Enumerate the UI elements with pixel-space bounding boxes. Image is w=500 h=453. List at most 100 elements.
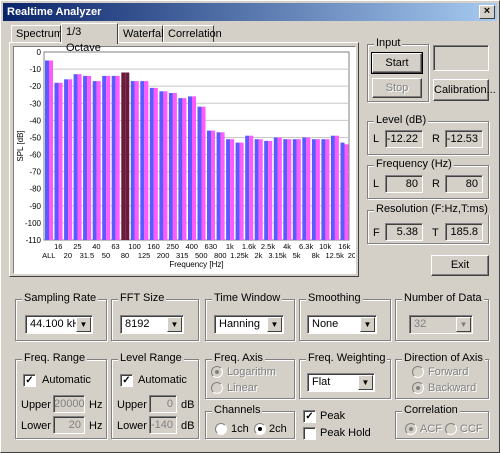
- correlation-ccf-radio[interactable]: [445, 423, 457, 435]
- bar-l: [83, 75, 88, 241]
- bar-l: [54, 82, 59, 240]
- peak-hold-checkbox[interactable]: [303, 427, 316, 440]
- bar-r: [115, 75, 120, 241]
- level-upper-input[interactable]: 0: [149, 395, 177, 413]
- calibration-button[interactable]: Calibration...: [433, 79, 496, 101]
- y-tick-label: -20: [29, 82, 41, 91]
- tab-waterfall[interactable]: Waterfall: [118, 25, 166, 43]
- freq-lower-unit: Hz: [89, 420, 103, 432]
- level-lower-label: Lower: [117, 420, 147, 432]
- bar-l: [321, 139, 326, 240]
- fft-size-title: FFT Size: [118, 292, 167, 304]
- freq-axis-log-label: Logarithm: [227, 366, 276, 378]
- level-r-value: -12.53: [445, 130, 483, 148]
- x-tick-label: 8k: [312, 251, 320, 260]
- x-tick-label: 10k: [319, 242, 331, 251]
- title-bar[interactable]: Realtime Analyzer ×: [3, 3, 497, 21]
- bar-l: [283, 139, 288, 240]
- frequency-group-title: Frequency (Hz): [374, 158, 454, 170]
- stop-button[interactable]: Stop: [372, 78, 422, 98]
- bar-l: [111, 75, 116, 241]
- bar-l: [73, 74, 78, 240]
- freq-weighting-title: Freq. Weighting: [306, 352, 388, 364]
- channels-2ch-radio[interactable]: [254, 423, 266, 435]
- x-tick-label: 2.5k: [261, 242, 275, 251]
- bar-l: [121, 72, 126, 240]
- freq-axis-linear-radio[interactable]: [211, 382, 223, 394]
- direction-forward-label: Forward: [428, 366, 469, 378]
- sampling-rate-title: Sampling Rate: [22, 292, 99, 304]
- fft-size-select[interactable]: 8192 ▼: [120, 315, 184, 334]
- freq-lower-input[interactable]: 20: [53, 416, 85, 434]
- channels-1ch-radio[interactable]: [215, 423, 227, 435]
- bar-r: [49, 60, 53, 240]
- tab-third-octave[interactable]: 1/3 Octave: [61, 23, 118, 54]
- frequency-l-label: L: [373, 178, 380, 190]
- number-of-data-select[interactable]: 32 ▼: [409, 315, 473, 334]
- y-tick-label: -90: [29, 202, 41, 211]
- tab-correlation[interactable]: Correlation: [163, 25, 222, 43]
- level-lower-input[interactable]: -140: [149, 416, 177, 434]
- bar-r: [106, 75, 111, 241]
- freq-weighting-select[interactable]: Flat ▼: [307, 373, 375, 392]
- bar-r: [58, 82, 63, 240]
- frequency-l-value: 80: [385, 175, 423, 193]
- bar-r: [77, 74, 82, 240]
- y-tick-label: -30: [29, 99, 41, 108]
- x-tick-label: 40: [92, 242, 100, 251]
- bar-r: [258, 139, 263, 240]
- bar-l: [216, 132, 221, 240]
- chevron-down-icon: ▼: [360, 317, 375, 332]
- time-window-select[interactable]: Hanning ▼: [214, 315, 284, 334]
- level-range-auto-label: Automatic: [138, 374, 187, 386]
- direction-backward-radio[interactable]: [412, 382, 424, 394]
- chevron-down-icon: ▼: [267, 317, 282, 332]
- exit-button[interactable]: Exit: [431, 255, 489, 276]
- y-tick-label: 0: [37, 48, 42, 57]
- bar-l: [340, 142, 345, 240]
- bar-l: [302, 137, 307, 240]
- level-l-label: L: [373, 133, 380, 145]
- bar-r: [268, 140, 273, 240]
- x-tick-label: 63: [111, 242, 119, 251]
- level-range-auto-checkbox[interactable]: ✓: [120, 374, 133, 387]
- level-l-value: -12.22: [385, 130, 423, 148]
- smoothing-select[interactable]: None ▼: [307, 315, 377, 334]
- y-tick-label: -70: [29, 168, 41, 177]
- freq-range-auto-checkbox[interactable]: ✓: [23, 374, 36, 387]
- bar-r: [306, 137, 311, 240]
- bar-r: [68, 79, 73, 240]
- freq-upper-input[interactable]: 20000: [53, 395, 85, 413]
- freq-upper-unit: Hz: [89, 399, 103, 411]
- correlation-acf-radio[interactable]: [405, 423, 417, 435]
- direction-forward-radio[interactable]: [412, 366, 424, 378]
- x-tick-label: 125: [138, 251, 151, 260]
- y-tick-label: -60: [29, 151, 41, 160]
- freq-axis-log-radio[interactable]: [211, 366, 223, 378]
- y-tick-label: -40: [29, 116, 41, 125]
- close-button[interactable]: ×: [479, 5, 495, 19]
- direction-backward-label: Backward: [428, 382, 477, 394]
- start-button[interactable]: Start: [371, 52, 423, 74]
- smoothing-title: Smoothing: [306, 292, 363, 304]
- freq-range-auto-label: Automatic: [42, 374, 91, 386]
- bar-l: [235, 142, 240, 240]
- level-group-title: Level (dB): [374, 114, 429, 126]
- peak-checkbox[interactable]: ✓: [303, 410, 316, 423]
- freq-axis-linear-label: Linear: [227, 382, 258, 394]
- bar-r: [192, 96, 196, 241]
- level-lower-unit: dB: [181, 420, 195, 432]
- bar-l: [45, 60, 49, 240]
- x-tick-label: 20k: [348, 251, 355, 260]
- bar-r: [220, 132, 225, 240]
- y-tick-label: -100: [25, 219, 42, 228]
- bar-l: [207, 130, 211, 240]
- sampling-rate-select[interactable]: 44.100 kHz ▼: [25, 315, 93, 334]
- bar-r: [163, 91, 168, 240]
- bar-r: [211, 130, 215, 240]
- resolution-t-value: 185.8: [445, 223, 483, 241]
- tab-spectrum[interactable]: Spectrum: [11, 25, 63, 43]
- x-tick-label: 1k: [226, 242, 234, 251]
- x-tick-label: 250: [166, 242, 179, 251]
- y-axis-label: SPL [dB]: [16, 130, 25, 161]
